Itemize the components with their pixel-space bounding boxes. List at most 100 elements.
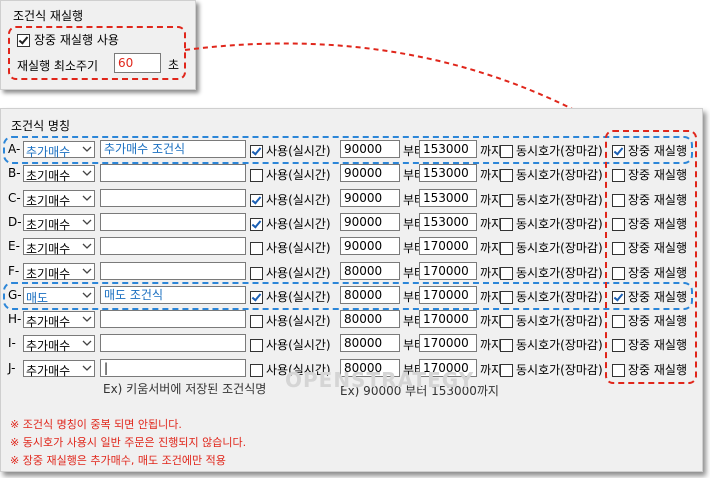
- to-label: 까지: [480, 241, 503, 255]
- use-realtime-checkbox[interactable]: [250, 267, 263, 280]
- condition-type-select[interactable]: 추가매수: [23, 360, 95, 378]
- row-prefix: J-: [8, 361, 16, 375]
- condition-type-value: 초기매수: [26, 169, 71, 183]
- start-time-input[interactable]: 90000: [340, 237, 400, 255]
- start-time-input[interactable]: 80000: [340, 262, 400, 280]
- end-time-input[interactable]: 170000: [419, 310, 477, 328]
- use-realtime-checkbox[interactable]: [250, 242, 263, 255]
- simultaneous-quote-checkbox[interactable]: [500, 218, 513, 231]
- simultaneous-quote-label: 동시호가(장마감): [516, 217, 603, 231]
- condition-name-input[interactable]: [100, 334, 246, 352]
- condition-type-select[interactable]: 초기매수: [23, 214, 95, 232]
- condition-type-value: 초기매수: [26, 267, 71, 281]
- use-realtime-checkbox[interactable]: [250, 315, 263, 328]
- use-realtime-checkbox[interactable]: [250, 169, 263, 182]
- to-label: 까지: [480, 168, 503, 182]
- start-time-input[interactable]: 90000: [340, 213, 400, 231]
- hint-name: Ex) 키움서버에 저장된 조건식명: [103, 382, 267, 396]
- chevron-down-icon: [82, 243, 92, 249]
- row-prefix: D-: [8, 215, 22, 229]
- condition-type-value: 초기매수: [26, 242, 71, 256]
- simultaneous-quote-label: 동시호가(장마감): [516, 363, 603, 377]
- row-prefix: F-: [8, 264, 20, 278]
- end-time-input[interactable]: 153000: [419, 213, 477, 231]
- simultaneous-quote-label: 동시호가(장마감): [516, 314, 603, 328]
- end-time-input[interactable]: 153000: [419, 189, 477, 207]
- start-time-input[interactable]: 90000: [340, 164, 400, 182]
- to-label: 까지: [480, 266, 503, 280]
- chevron-down-icon: [82, 219, 92, 225]
- use-realtime-label: 사용(실시간): [266, 241, 331, 255]
- simultaneous-quote-label: 동시호가(장마감): [516, 241, 603, 255]
- condition-type-select[interactable]: 추가매수: [23, 335, 95, 353]
- condition-type-select[interactable]: 추가매수: [23, 311, 95, 329]
- condition-row: C- 초기매수 사용(실시간) 90000 부터 153000 까지 동시호가(장마감) 장중 …: [0, 189, 710, 211]
- chevron-down-icon: [82, 340, 92, 346]
- use-realtime-label: 사용(실시간): [266, 338, 331, 352]
- row-highlight-annotation: [3, 282, 693, 310]
- simultaneous-quote-checkbox[interactable]: [500, 339, 513, 352]
- chevron-down-icon: [82, 268, 92, 274]
- simultaneous-quote-checkbox[interactable]: [500, 242, 513, 255]
- condition-type-select[interactable]: 초기매수: [23, 165, 95, 183]
- to-label: 까지: [480, 314, 503, 328]
- to-label: 까지: [480, 193, 503, 207]
- use-realtime-label: 사용(실시간): [266, 168, 331, 182]
- condition-name-input[interactable]: [100, 237, 246, 255]
- end-time-input[interactable]: 153000: [419, 164, 477, 182]
- condition-type-select[interactable]: 초기매수: [23, 238, 95, 256]
- use-realtime-label: 사용(실시간): [266, 217, 331, 231]
- simultaneous-quote-checkbox[interactable]: [500, 315, 513, 328]
- note-1: ※ 조건식 명칭이 중복 되면 안됩니다.: [10, 418, 182, 431]
- chevron-down-icon: [82, 195, 92, 201]
- row-prefix: H-: [8, 312, 22, 326]
- to-label: 까지: [480, 338, 503, 352]
- condition-type-select[interactable]: 초기매수: [23, 190, 95, 208]
- simultaneous-quote-label: 동시호가(장마감): [516, 266, 603, 280]
- row-highlight-annotation: [3, 136, 693, 164]
- condition-type-value: 추가매수: [26, 364, 71, 378]
- condition-row: I- 추가매수 사용(실시간) 80000 부터 170000 까지 동시호가(장마감) 장중 …: [0, 334, 710, 356]
- row-prefix: I-: [8, 336, 16, 350]
- simultaneous-quote-checkbox[interactable]: [500, 364, 513, 377]
- end-time-input[interactable]: 170000: [419, 237, 477, 255]
- start-time-input[interactable]: 80000: [340, 310, 400, 328]
- condition-type-value: 추가매수: [26, 315, 71, 329]
- condition-name-input[interactable]: [100, 213, 246, 231]
- rerun-column-annotation: [605, 130, 697, 384]
- condition-name-input[interactable]: [100, 310, 246, 328]
- condition-name-input[interactable]: [100, 164, 246, 182]
- start-time-input[interactable]: 80000: [340, 334, 400, 352]
- simultaneous-quote-checkbox[interactable]: [500, 169, 513, 182]
- condition-type-select[interactable]: 초기매수: [23, 263, 95, 281]
- condition-type-value: 초기매수: [26, 194, 71, 208]
- condition-name-input[interactable]: [100, 189, 246, 207]
- condition-row: D- 초기매수 사용(실시간) 90000 부터 153000 까지 동시호가(장마감) 장중 …: [0, 213, 710, 235]
- condition-row: H- 추가매수 사용(실시간) 80000 부터 170000 까지 동시호가(장마감) 장중 …: [0, 310, 710, 332]
- condition-row: E- 초기매수 사용(실시간) 90000 부터 170000 까지 동시호가(장마감) 장중 …: [0, 237, 710, 259]
- condition-name-input[interactable]: [100, 262, 246, 280]
- simultaneous-quote-checkbox[interactable]: [500, 194, 513, 207]
- simultaneous-quote-label: 동시호가(장마감): [516, 168, 603, 182]
- use-realtime-checkbox[interactable]: [250, 339, 263, 352]
- watermark: OPENSTRATEGY: [285, 368, 475, 392]
- chevron-down-icon: [82, 365, 92, 371]
- chevron-down-icon: [82, 316, 92, 322]
- use-realtime-checkbox[interactable]: [250, 218, 263, 231]
- start-time-input[interactable]: 90000: [340, 189, 400, 207]
- to-label: 까지: [480, 217, 503, 231]
- use-realtime-checkbox[interactable]: [250, 364, 263, 377]
- use-realtime-checkbox[interactable]: [250, 194, 263, 207]
- row-prefix: E-: [8, 239, 20, 253]
- row-prefix: C-: [8, 191, 21, 205]
- to-label: 까지: [480, 363, 503, 377]
- condition-type-value: 초기매수: [26, 218, 71, 232]
- end-time-input[interactable]: 170000: [419, 262, 477, 280]
- condition-name-input[interactable]: |: [100, 359, 246, 377]
- simultaneous-quote-checkbox[interactable]: [500, 267, 513, 280]
- use-realtime-label: 사용(실시간): [266, 314, 331, 328]
- row-prefix: B-: [8, 166, 21, 180]
- simultaneous-quote-label: 동시호가(장마감): [516, 193, 603, 207]
- use-realtime-label: 사용(실시간): [266, 266, 331, 280]
- end-time-input[interactable]: 170000: [419, 334, 477, 352]
